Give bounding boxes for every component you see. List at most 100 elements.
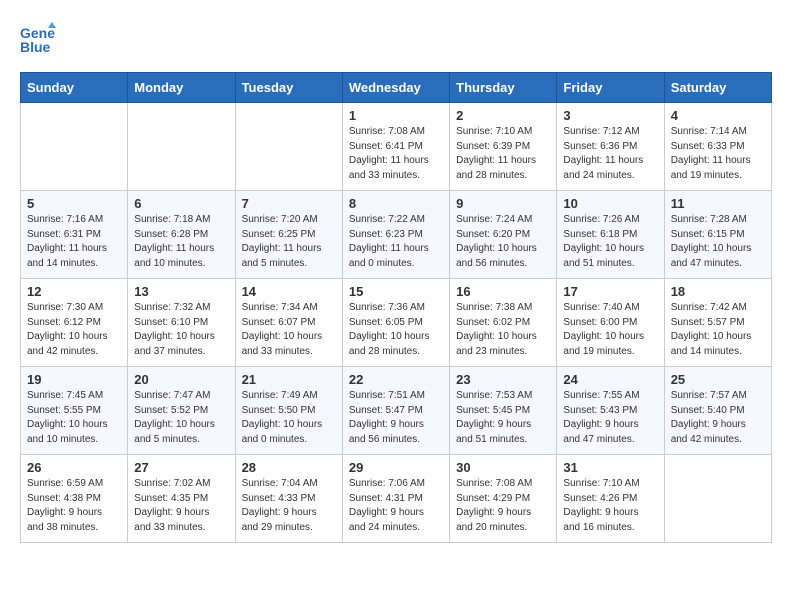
day-info: Sunrise: 7:14 AM Sunset: 6:33 PM Dayligh…	[671, 125, 765, 183]
day-info: Sunrise: 7:32 AM Sunset: 6:10 PM Dayligh…	[134, 301, 228, 359]
calendar-cell: 12 Sunrise: 7:30 AM Sunset: 6:12 PM Dayli…	[21, 279, 128, 367]
day-info: Sunrise: 7:12 AM Sunset: 6:36 PM Dayligh…	[563, 125, 657, 183]
day-number: 18	[671, 284, 765, 299]
calendar-cell	[664, 455, 771, 543]
weekday-header-row: SundayMondayTuesdayWednesdayThursdayFrid…	[21, 73, 772, 103]
weekday-header-tuesday: Tuesday	[235, 73, 342, 103]
day-info: Sunrise: 7:06 AM Sunset: 4:31 PM Dayligh…	[349, 477, 443, 535]
page-header: General Blue	[20, 20, 772, 56]
day-number: 27	[134, 460, 228, 475]
logo-icon: General Blue	[20, 20, 56, 56]
day-number: 13	[134, 284, 228, 299]
day-info: Sunrise: 7:10 AM Sunset: 6:39 PM Dayligh…	[456, 125, 550, 183]
day-info: Sunrise: 7:08 AM Sunset: 4:29 PM Dayligh…	[456, 477, 550, 535]
day-number: 23	[456, 372, 550, 387]
day-number: 15	[349, 284, 443, 299]
calendar-cell	[128, 103, 235, 191]
day-info: Sunrise: 7:30 AM Sunset: 6:12 PM Dayligh…	[27, 301, 121, 359]
calendar-cell: 24 Sunrise: 7:55 AM Sunset: 5:43 PM Dayli…	[557, 367, 664, 455]
calendar-cell	[235, 103, 342, 191]
day-info: Sunrise: 7:57 AM Sunset: 5:40 PM Dayligh…	[671, 389, 765, 447]
calendar-cell: 26 Sunrise: 6:59 AM Sunset: 4:38 PM Dayli…	[21, 455, 128, 543]
week-row-5: 26 Sunrise: 6:59 AM Sunset: 4:38 PM Dayli…	[21, 455, 772, 543]
weekday-header-sunday: Sunday	[21, 73, 128, 103]
calendar-cell: 3Sunrise: 7:12 AM Sunset: 6:36 PM Daylig…	[557, 103, 664, 191]
day-info: Sunrise: 7:24 AM Sunset: 6:20 PM Dayligh…	[456, 213, 550, 271]
day-info: Sunrise: 7:28 AM Sunset: 6:15 PM Dayligh…	[671, 213, 765, 271]
calendar-cell: 17Sunrise: 7:40 AM Sunset: 6:00 PM Dayli…	[557, 279, 664, 367]
day-number: 24	[563, 372, 657, 387]
calendar-cell: 9 Sunrise: 7:24 AM Sunset: 6:20 PM Daylig…	[450, 191, 557, 279]
day-info: Sunrise: 7:51 AM Sunset: 5:47 PM Dayligh…	[349, 389, 443, 447]
day-number: 21	[242, 372, 336, 387]
day-info: Sunrise: 7:20 AM Sunset: 6:25 PM Dayligh…	[242, 213, 336, 271]
calendar-cell: 7 Sunrise: 7:20 AM Sunset: 6:25 PM Daylig…	[235, 191, 342, 279]
day-number: 16	[456, 284, 550, 299]
calendar-cell: 21 Sunrise: 7:49 AM Sunset: 5:50 PM Dayli…	[235, 367, 342, 455]
day-info: Sunrise: 7:55 AM Sunset: 5:43 PM Dayligh…	[563, 389, 657, 447]
day-number: 28	[242, 460, 336, 475]
calendar-cell: 18 Sunrise: 7:42 AM Sunset: 5:57 PM Dayli…	[664, 279, 771, 367]
day-number: 12	[27, 284, 121, 299]
day-number: 6	[134, 196, 228, 211]
weekday-header-saturday: Saturday	[664, 73, 771, 103]
weekday-header-monday: Monday	[128, 73, 235, 103]
day-info: Sunrise: 7:18 AM Sunset: 6:28 PM Dayligh…	[134, 213, 228, 271]
day-number: 30	[456, 460, 550, 475]
day-info: Sunrise: 7:45 AM Sunset: 5:55 PM Dayligh…	[27, 389, 121, 447]
day-number: 7	[242, 196, 336, 211]
day-info: Sunrise: 7:08 AM Sunset: 6:41 PM Dayligh…	[349, 125, 443, 183]
weekday-header-thursday: Thursday	[450, 73, 557, 103]
calendar-cell: 16Sunrise: 7:38 AM Sunset: 6:02 PM Dayli…	[450, 279, 557, 367]
calendar-cell: 10Sunrise: 7:26 AM Sunset: 6:18 PM Dayli…	[557, 191, 664, 279]
calendar-cell: 20Sunrise: 7:47 AM Sunset: 5:52 PM Dayli…	[128, 367, 235, 455]
calendar-cell: 19 Sunrise: 7:45 AM Sunset: 5:55 PM Dayli…	[21, 367, 128, 455]
day-info: Sunrise: 7:16 AM Sunset: 6:31 PM Dayligh…	[27, 213, 121, 271]
svg-text:Blue: Blue	[20, 39, 51, 55]
day-number: 25	[671, 372, 765, 387]
day-info: Sunrise: 7:02 AM Sunset: 4:35 PM Dayligh…	[134, 477, 228, 535]
calendar-cell: 6 Sunrise: 7:18 AM Sunset: 6:28 PM Daylig…	[128, 191, 235, 279]
day-number: 2	[456, 108, 550, 123]
calendar-cell: 5 Sunrise: 7:16 AM Sunset: 6:31 PM Daylig…	[21, 191, 128, 279]
calendar-cell: 25 Sunrise: 7:57 AM Sunset: 5:40 PM Dayli…	[664, 367, 771, 455]
day-number: 19	[27, 372, 121, 387]
day-number: 9	[456, 196, 550, 211]
calendar-cell: 28Sunrise: 7:04 AM Sunset: 4:33 PM Dayli…	[235, 455, 342, 543]
day-info: Sunrise: 7:22 AM Sunset: 6:23 PM Dayligh…	[349, 213, 443, 271]
day-info: Sunrise: 7:53 AM Sunset: 5:45 PM Dayligh…	[456, 389, 550, 447]
week-row-4: 19 Sunrise: 7:45 AM Sunset: 5:55 PM Dayli…	[21, 367, 772, 455]
calendar-cell: 23 Sunrise: 7:53 AM Sunset: 5:45 PM Dayli…	[450, 367, 557, 455]
day-number: 11	[671, 196, 765, 211]
calendar-cell: 30 Sunrise: 7:08 AM Sunset: 4:29 PM Dayli…	[450, 455, 557, 543]
week-row-1: 1 Sunrise: 7:08 AM Sunset: 6:41 PM Daylig…	[21, 103, 772, 191]
day-info: Sunrise: 7:34 AM Sunset: 6:07 PM Dayligh…	[242, 301, 336, 359]
calendar-cell: 13 Sunrise: 7:32 AM Sunset: 6:10 PM Dayli…	[128, 279, 235, 367]
day-number: 31	[563, 460, 657, 475]
day-info: Sunrise: 7:40 AM Sunset: 6:00 PM Dayligh…	[563, 301, 657, 359]
day-info: Sunrise: 7:42 AM Sunset: 5:57 PM Dayligh…	[671, 301, 765, 359]
calendar-cell	[21, 103, 128, 191]
day-info: Sunrise: 6:59 AM Sunset: 4:38 PM Dayligh…	[27, 477, 121, 535]
day-info: Sunrise: 7:49 AM Sunset: 5:50 PM Dayligh…	[242, 389, 336, 447]
week-row-2: 5 Sunrise: 7:16 AM Sunset: 6:31 PM Daylig…	[21, 191, 772, 279]
day-number: 5	[27, 196, 121, 211]
calendar-cell: 4 Sunrise: 7:14 AM Sunset: 6:33 PM Daylig…	[664, 103, 771, 191]
calendar-cell: 27 Sunrise: 7:02 AM Sunset: 4:35 PM Dayli…	[128, 455, 235, 543]
day-number: 26	[27, 460, 121, 475]
day-info: Sunrise: 7:47 AM Sunset: 5:52 PM Dayligh…	[134, 389, 228, 447]
logo: General Blue	[20, 20, 62, 56]
day-number: 1	[349, 108, 443, 123]
calendar-cell: 22 Sunrise: 7:51 AM Sunset: 5:47 PM Dayli…	[342, 367, 449, 455]
day-number: 4	[671, 108, 765, 123]
day-info: Sunrise: 7:10 AM Sunset: 4:26 PM Dayligh…	[563, 477, 657, 535]
calendar-cell: 1 Sunrise: 7:08 AM Sunset: 6:41 PM Daylig…	[342, 103, 449, 191]
weekday-header-friday: Friday	[557, 73, 664, 103]
day-info: Sunrise: 7:26 AM Sunset: 6:18 PM Dayligh…	[563, 213, 657, 271]
calendar-cell: 15Sunrise: 7:36 AM Sunset: 6:05 PM Dayli…	[342, 279, 449, 367]
week-row-3: 12 Sunrise: 7:30 AM Sunset: 6:12 PM Dayli…	[21, 279, 772, 367]
day-number: 22	[349, 372, 443, 387]
calendar-table: SundayMondayTuesdayWednesdayThursdayFrid…	[20, 72, 772, 543]
day-number: 14	[242, 284, 336, 299]
calendar-cell: 31 Sunrise: 7:10 AM Sunset: 4:26 PM Dayli…	[557, 455, 664, 543]
